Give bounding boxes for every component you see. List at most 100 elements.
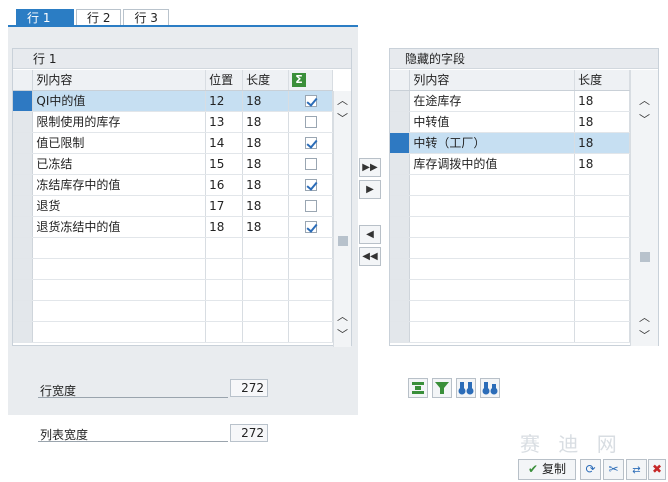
row-selector[interactable] [390, 132, 411, 154]
cell-position: 17 [205, 195, 244, 217]
move-right-button[interactable]: ▶ [359, 180, 381, 199]
tab-row-2[interactable]: 行 2 [76, 9, 122, 26]
sum-checkbox[interactable] [304, 200, 317, 212]
refresh-button[interactable]: ⟳ [580, 459, 601, 480]
align-center-icon [412, 382, 424, 394]
empty-row [390, 258, 630, 280]
find-next-icon [482, 382, 498, 395]
row-selector[interactable] [13, 153, 34, 175]
cell-sum [288, 90, 333, 112]
cell-content: 退货 [32, 195, 207, 217]
cell-sum [288, 132, 333, 154]
cell-sum [288, 174, 333, 196]
table-row[interactable]: 值已限制 14 18 [13, 132, 333, 154]
sum-checkbox[interactable] [304, 158, 317, 170]
sum-checkbox[interactable] [304, 221, 317, 233]
find-next-button[interactable] [480, 378, 500, 398]
cell-position: 15 [205, 153, 244, 175]
cell-content: 值已限制 [32, 132, 207, 154]
header-content[interactable]: 列内容 [409, 70, 576, 91]
row-selector[interactable] [390, 153, 411, 175]
sum-checkbox[interactable] [304, 137, 317, 149]
table-row[interactable]: 库存调拨中的值 18 [390, 153, 630, 175]
right-vertical-scrollbar[interactable]: ︿ ﹀ ︿ ﹀ [630, 70, 658, 346]
row-selector[interactable] [13, 132, 34, 154]
align-button[interactable] [408, 378, 428, 398]
refresh-icon: ⟳ [585, 462, 596, 476]
row-width-field: 272 [230, 379, 268, 397]
find-button[interactable] [456, 378, 476, 398]
check-icon: ✔ [528, 462, 539, 476]
cell-length: 18 [574, 153, 630, 175]
header-sum[interactable]: Σ [288, 70, 333, 91]
scroll-down-icon[interactable]: ﹀ [636, 328, 653, 344]
empty-row [390, 300, 630, 322]
scroll-up-icon[interactable]: ︿ [636, 93, 653, 109]
table-row[interactable]: QI中的值 12 18 [13, 90, 333, 112]
cell-length: 18 [242, 132, 290, 154]
scroll-down-icon[interactable]: ﹀ [334, 111, 351, 127]
cell-content: QI中的值 [32, 90, 207, 112]
cell-content: 冻结库存中的值 [32, 174, 207, 196]
transfer-icon: ⇄ [632, 465, 641, 476]
header-content[interactable]: 列内容 [32, 70, 207, 91]
header-position[interactable]: 位置 [205, 70, 244, 91]
move-right-icon: ▶ [366, 184, 374, 195]
copy-button[interactable]: ✔ 复制 [518, 459, 576, 480]
table-row[interactable]: 退货冻结中的值 18 18 [13, 216, 333, 238]
cell-position: 14 [205, 132, 244, 154]
cell-content: 限制使用的库存 [32, 111, 207, 133]
cell-content: 在途库存 [409, 90, 576, 112]
cell-content: 已冻结 [32, 153, 207, 175]
row-selector[interactable] [13, 216, 34, 238]
filter-button[interactable] [432, 378, 452, 398]
filter-icon [435, 382, 449, 394]
move-all-left-button[interactable]: ◀◀ [359, 247, 381, 266]
cell-position: 13 [205, 111, 244, 133]
divider [38, 397, 228, 398]
left-vertical-scrollbar[interactable]: ︿ ﹀ ︿ ﹀ [333, 91, 351, 347]
scroll-up-icon[interactable]: ︿ [636, 310, 653, 326]
move-all-left-icon: ◀◀ [362, 251, 378, 262]
scroll-up-icon[interactable]: ︿ [334, 93, 351, 109]
empty-row [13, 237, 333, 259]
list-width-field: 272 [230, 424, 268, 442]
tab-row-1[interactable]: 行 1 [16, 9, 74, 26]
row-selector[interactable] [13, 195, 34, 217]
tab-row-3[interactable]: 行 3 [123, 9, 169, 26]
table-row[interactable]: 已冻结 15 18 [13, 153, 333, 175]
cut-button[interactable]: ✂ [603, 459, 624, 480]
cut-icon: ✂ [608, 462, 619, 476]
header-length[interactable]: 长度 [242, 70, 290, 91]
table-row[interactable]: 中转值 18 [390, 111, 630, 133]
table-row[interactable]: 限制使用的库存 13 18 [13, 111, 333, 133]
scroll-thumb[interactable] [640, 252, 650, 262]
row-selector[interactable] [13, 174, 34, 196]
cancel-button[interactable]: ✖ [648, 459, 666, 480]
cell-content: 库存调拨中的值 [409, 153, 576, 175]
cell-content: 退货冻结中的值 [32, 216, 207, 238]
move-all-right-button[interactable]: ▶▶ [359, 158, 381, 177]
table-row[interactable]: 中转（工厂） 18 [390, 132, 630, 154]
table-row[interactable]: 退货 17 18 [13, 195, 333, 217]
sum-checkbox[interactable] [304, 116, 317, 128]
move-left-button[interactable]: ◀ [359, 225, 381, 244]
sum-checkbox[interactable] [304, 95, 317, 107]
copy-label: 复制 [541, 462, 566, 476]
table-row[interactable]: 冻结库存中的值 16 18 [13, 174, 333, 196]
cell-length: 18 [242, 216, 290, 238]
row-selector[interactable] [13, 111, 34, 133]
cell-content: 中转（工厂） [409, 132, 576, 154]
hidden-fields-table: 列内容 长度 在途库存 18 中转值 18 中转（工厂） 18 库存调拨中的值 … [390, 70, 630, 343]
scroll-up-icon[interactable]: ︿ [334, 309, 351, 325]
scroll-thumb[interactable] [338, 236, 348, 246]
row-selector[interactable] [390, 90, 411, 112]
row-selector[interactable] [390, 111, 411, 133]
table-row[interactable]: 在途库存 18 [390, 90, 630, 112]
sum-checkbox[interactable] [304, 179, 317, 191]
transfer-button[interactable]: ⇄ [626, 459, 647, 480]
scroll-down-icon[interactable]: ﹀ [334, 327, 351, 343]
row-selector[interactable] [13, 90, 34, 112]
scroll-down-icon[interactable]: ﹀ [636, 112, 653, 128]
header-length[interactable]: 长度 [574, 70, 630, 91]
